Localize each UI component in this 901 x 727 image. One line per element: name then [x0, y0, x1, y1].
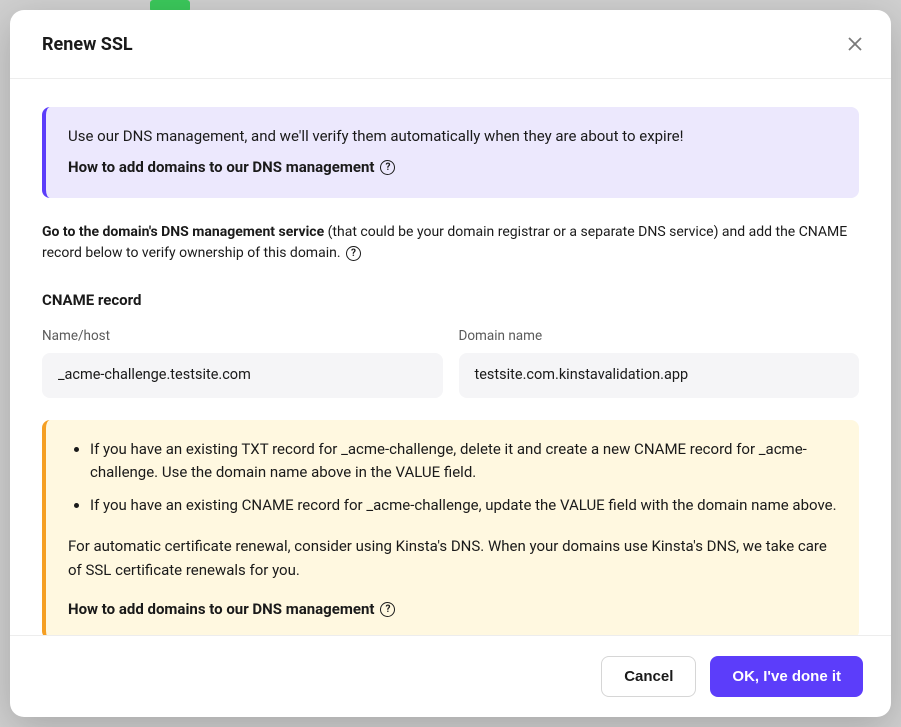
info-box-link-text: How to add domains to our DNS management — [68, 156, 374, 179]
cancel-button[interactable]: Cancel — [601, 656, 696, 697]
dns-management-link[interactable]: How to add domains to our DNS management… — [68, 156, 395, 179]
cname-fields: Name/host _acme-challenge.testsite.com D… — [42, 326, 859, 397]
help-icon[interactable]: ? — [346, 246, 361, 261]
modal-header: Renew SSL — [10, 10, 891, 79]
close-icon — [848, 37, 862, 51]
info-box-text: Use our DNS management, and we'll verify… — [68, 125, 837, 148]
instruction-bold: Go to the domain's DNS management servic… — [42, 224, 324, 240]
warning-item: If you have an existing TXT record for _… — [90, 438, 837, 485]
modal-body: Use our DNS management, and we'll verify… — [10, 79, 891, 635]
warning-link-text: How to add domains to our DNS management — [68, 598, 374, 621]
close-button[interactable] — [843, 32, 867, 56]
modal-footer: Cancel OK, I've done it — [10, 635, 891, 717]
warning-box: If you have an existing TXT record for _… — [42, 420, 859, 635]
dns-management-link[interactable]: How to add domains to our DNS management… — [68, 598, 395, 621]
modal-title: Renew SSL — [42, 34, 133, 55]
domain-name-value[interactable]: testsite.com.kinstavalidation.app — [459, 353, 860, 397]
warning-paragraph: For automatic certificate renewal, consi… — [68, 535, 837, 582]
name-host-field: Name/host _acme-challenge.testsite.com — [42, 326, 443, 397]
name-host-label: Name/host — [42, 326, 443, 347]
dns-info-box: Use our DNS management, and we'll verify… — [42, 107, 859, 198]
renew-ssl-modal: Renew SSL Use our DNS management, and we… — [10, 10, 891, 717]
warning-item: If you have an existing CNAME record for… — [90, 494, 837, 517]
instruction-text: Go to the domain's DNS management servic… — [42, 222, 859, 265]
warning-list: If you have an existing TXT record for _… — [68, 438, 837, 518]
cname-heading: CNAME record — [42, 289, 859, 312]
confirm-button[interactable]: OK, I've done it — [710, 656, 863, 697]
help-icon: ? — [380, 160, 395, 175]
domain-name-field: Domain name testsite.com.kinstavalidatio… — [459, 326, 860, 397]
name-host-value[interactable]: _acme-challenge.testsite.com — [42, 353, 443, 397]
domain-name-label: Domain name — [459, 326, 860, 347]
help-icon: ? — [380, 602, 395, 617]
